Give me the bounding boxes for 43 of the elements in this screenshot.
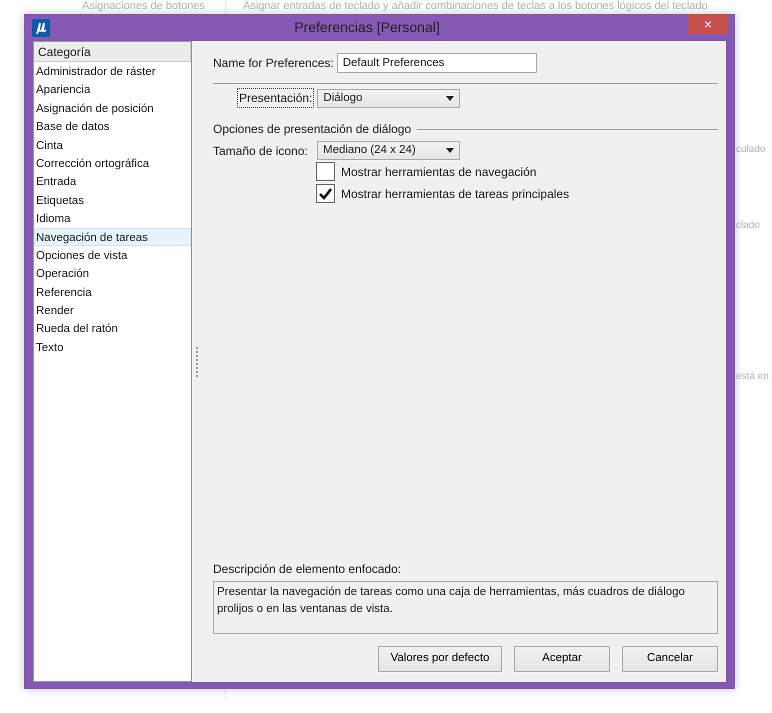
field-label: Descripción de elemento enfocado:: [213, 561, 402, 578]
category-item[interactable]: Corrección ortográfica: [34, 154, 191, 172]
dropdown-arrow-icon: [446, 96, 454, 100]
presentation-dropdown[interactable]: Diálogo: [317, 88, 460, 108]
checkbox[interactable]: [316, 184, 335, 203]
category-item[interactable]: Opciones de vista: [34, 246, 191, 264]
icon-size-dropdown[interactable]: Mediano (24 x 24): [317, 141, 460, 160]
field-label: Presentación:: [237, 88, 314, 108]
checkbox-label: Mostrar herramientas de navegación: [341, 164, 536, 180]
category-item[interactable]: Idioma: [34, 209, 191, 228]
category-item[interactable]: Referencia: [34, 282, 191, 302]
checkbox-label: Mostrar herramientas de tareas principales: [341, 186, 570, 202]
background-text: clado: [736, 219, 760, 232]
checkbox[interactable]: [316, 162, 335, 181]
dialog-button[interactable]: Cancelar: [622, 646, 718, 672]
description-box: Presentar la navegación de tareas como una caja de herramientas, más cuadros de diálogo prolijos o en las ventanas de vista.: [213, 581, 718, 634]
category-item[interactable]: Cinta: [34, 136, 191, 154]
window-title: Preferencias [Personal]: [293, 18, 441, 37]
category-item[interactable]: Apariencia: [34, 80, 191, 99]
close-button[interactable]: ×: [688, 14, 728, 34]
column-header: Categoría: [34, 42, 191, 62]
background-text: está en: [736, 370, 769, 383]
category-item[interactable]: Administrador de ráster: [34, 62, 191, 80]
sidebar-item: Asignaciones de botones: [82, 0, 205, 13]
category-item[interactable]: Base de datos: [34, 117, 191, 136]
category-item[interactable]: Texto: [34, 338, 191, 356]
category-item[interactable]: Render: [34, 301, 191, 320]
app-icon: [32, 18, 50, 36]
dialog-button[interactable]: Valores por defecto: [378, 646, 502, 672]
category-item[interactable]: Operación: [34, 264, 191, 283]
category-item[interactable]: Rueda del ratón: [34, 319, 191, 338]
category-item[interactable]: Etiquetas: [34, 190, 191, 210]
category-item[interactable]: Entrada: [34, 172, 191, 191]
dropdown-arrow-icon: [446, 148, 454, 153]
field-label: Name for Preferences:: [213, 55, 334, 72]
field-label: Tamaño de icono:: [213, 142, 309, 160]
background-text: culado: [736, 143, 766, 156]
category-item[interactable]: Asignación de posición: [34, 98, 191, 118]
section-heading: Opciones de presentación de diálogo: [213, 121, 412, 138]
dialog-button[interactable]: Aceptar: [514, 646, 610, 672]
description-text: Asignar entradas de teclado y añadir combinaciones de teclas a los botones lógicos del teclado: [243, 0, 708, 13]
category-item[interactable]: Navegación de tareas: [34, 228, 191, 246]
name-input[interactable]: Default Preferences: [336, 53, 537, 73]
